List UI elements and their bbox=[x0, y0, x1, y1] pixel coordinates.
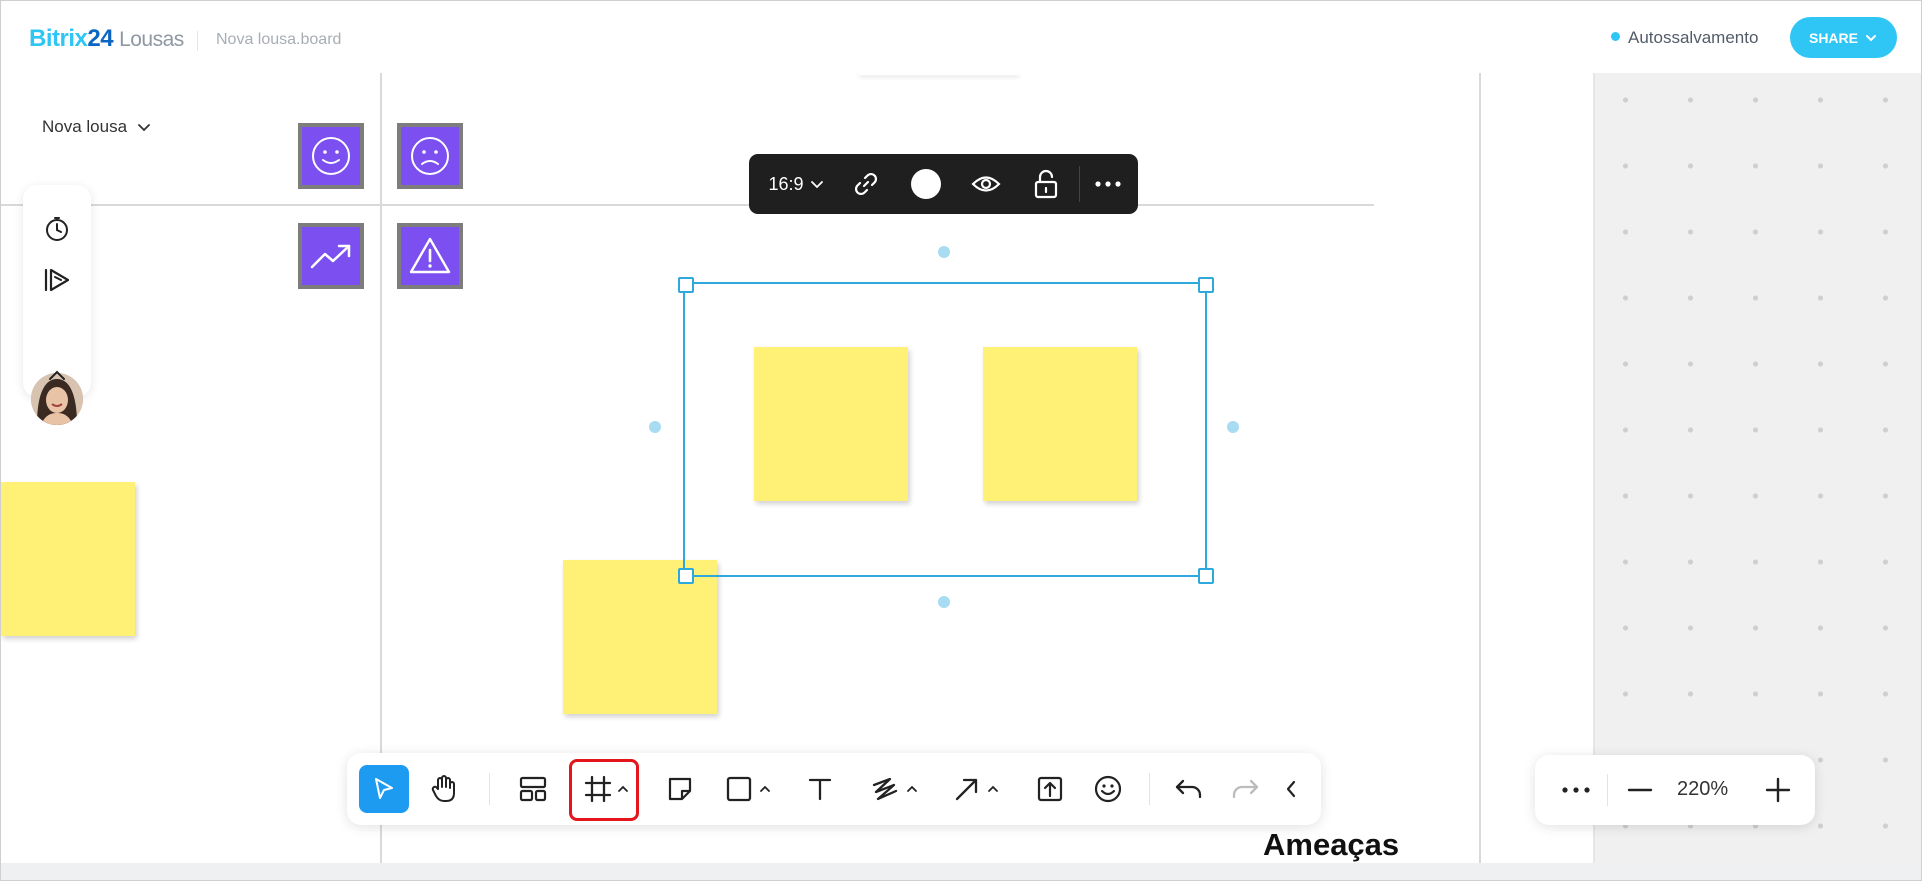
header-divider bbox=[197, 31, 198, 51]
warning-icon bbox=[409, 237, 451, 274]
selected-frame[interactable] bbox=[683, 282, 1207, 577]
pen-icon bbox=[872, 777, 898, 801]
frame-border-right bbox=[1479, 73, 1481, 880]
chevron-up-icon bbox=[907, 785, 917, 792]
chevron-up-icon bbox=[988, 785, 998, 792]
share-button[interactable]: SHARE bbox=[1790, 17, 1897, 58]
frame-divider-horizontal bbox=[1, 204, 1374, 206]
connector-dot-right[interactable] bbox=[1227, 421, 1239, 433]
sticky-note[interactable] bbox=[563, 560, 717, 714]
trend-up-icon bbox=[310, 244, 351, 269]
hand-icon bbox=[431, 775, 455, 802]
select-icon bbox=[375, 778, 393, 799]
toolbar-divider bbox=[489, 773, 490, 805]
redo-icon bbox=[1232, 779, 1259, 799]
arrow-tool[interactable] bbox=[943, 765, 1009, 813]
aspect-ratio-dropdown[interactable]: 16:9 bbox=[763, 154, 829, 214]
upload-icon bbox=[1037, 776, 1063, 802]
left-side-panel bbox=[23, 185, 91, 425]
select-tool[interactable] bbox=[359, 765, 409, 813]
autosave-status: Autossalvamento bbox=[1611, 28, 1758, 48]
hand-tool[interactable] bbox=[419, 765, 469, 813]
text-icon bbox=[808, 778, 832, 801]
status-dot-icon bbox=[1611, 32, 1620, 41]
redo-button[interactable] bbox=[1221, 765, 1269, 813]
header: Bitrix24 Lousas Nova lousa.board Autossal… bbox=[1, 1, 1921, 73]
color-swatch bbox=[911, 169, 941, 199]
resize-handle-bottom-left[interactable] bbox=[678, 568, 694, 584]
sad-icon bbox=[411, 137, 449, 175]
templates-tool[interactable] bbox=[509, 765, 557, 813]
share-label: SHARE bbox=[1808, 29, 1858, 46]
resize-handle-bottom-right[interactable] bbox=[1198, 568, 1214, 584]
trend-up-sticker[interactable] bbox=[298, 223, 364, 289]
board-bottom-strip bbox=[1, 863, 1921, 880]
logo-24: 24 bbox=[87, 25, 114, 52]
templates-icon bbox=[519, 776, 547, 802]
board-canvas[interactable]: Nova lousa 16:9 220% Ameaças bbox=[1, 73, 1921, 880]
connector-dot-left[interactable] bbox=[649, 421, 661, 433]
offscreen-element bbox=[859, 73, 1019, 75]
resize-handle-top-left[interactable] bbox=[678, 277, 694, 293]
toolbar-divider bbox=[1607, 774, 1608, 806]
color-picker[interactable] bbox=[901, 154, 951, 214]
shape-tool[interactable] bbox=[719, 765, 777, 813]
undo-icon bbox=[1175, 779, 1202, 799]
frame-context-toolbar: 16:9 bbox=[749, 154, 1138, 214]
zoom-more-button[interactable] bbox=[1553, 766, 1599, 814]
warning-sticker[interactable] bbox=[397, 223, 463, 289]
aspect-ratio-label: 16:9 bbox=[768, 173, 804, 194]
minus-icon bbox=[1627, 788, 1653, 792]
plus-icon bbox=[1765, 777, 1791, 803]
chevron-down-icon bbox=[1866, 34, 1876, 41]
zoom-in-button[interactable] bbox=[1755, 766, 1801, 814]
sticky-note-tool[interactable] bbox=[657, 765, 703, 813]
sad-sticker[interactable] bbox=[397, 123, 463, 189]
main-toolbar bbox=[347, 753, 1321, 825]
chevron-up-icon[interactable] bbox=[42, 360, 72, 390]
resize-handle-top-right[interactable] bbox=[1198, 277, 1214, 293]
connector-dot-top[interactable] bbox=[938, 246, 950, 258]
zoom-panel: 220% bbox=[1535, 755, 1815, 825]
more-icon[interactable] bbox=[1083, 154, 1133, 214]
toolbar-divider bbox=[1079, 166, 1080, 202]
logo[interactable]: Bitrix24 Lousas bbox=[29, 25, 184, 53]
chevron-down-icon bbox=[138, 124, 150, 132]
chevron-down-icon bbox=[810, 181, 823, 189]
pen-tool[interactable] bbox=[861, 765, 927, 813]
upload-tool[interactable] bbox=[1027, 765, 1073, 813]
smile-icon bbox=[312, 137, 350, 175]
logo-product: Lousas bbox=[119, 28, 184, 51]
text-tool[interactable] bbox=[797, 765, 843, 813]
highlight-annotation bbox=[569, 759, 639, 821]
sticky-note-icon bbox=[668, 777, 692, 801]
toolbar-divider bbox=[1149, 773, 1150, 805]
chevron-up-icon bbox=[760, 785, 770, 792]
link-icon[interactable] bbox=[841, 154, 891, 214]
presentation-icon[interactable] bbox=[42, 265, 72, 295]
shape-icon bbox=[726, 776, 752, 802]
file-name: Nova lousa.board bbox=[216, 31, 342, 48]
more-icon bbox=[1562, 787, 1590, 793]
eye-icon[interactable] bbox=[961, 154, 1011, 214]
collapse-icon bbox=[1286, 780, 1296, 798]
timer-icon[interactable] bbox=[42, 214, 72, 244]
undo-button[interactable] bbox=[1165, 765, 1213, 813]
zoom-out-button[interactable] bbox=[1617, 766, 1663, 814]
arrow-icon bbox=[955, 778, 978, 801]
frame-title[interactable]: Ameaças bbox=[1263, 827, 1399, 863]
smile-sticker[interactable] bbox=[298, 123, 364, 189]
connector-dot-bottom[interactable] bbox=[938, 596, 950, 608]
logo-bitrix: Bitrix bbox=[29, 25, 88, 52]
app-window: Bitrix24 Lousas Nova lousa.board Autossal… bbox=[0, 0, 1922, 881]
autosave-label: Autossalvamento bbox=[1628, 28, 1759, 47]
emoji-tool[interactable] bbox=[1085, 765, 1131, 813]
sticky-note[interactable] bbox=[1, 482, 135, 636]
emoji-icon bbox=[1094, 775, 1122, 803]
collapse-toolbar-button[interactable] bbox=[1273, 765, 1309, 813]
board-name-dropdown[interactable]: Nova lousa bbox=[42, 117, 151, 137]
board-name-label: Nova lousa bbox=[42, 117, 128, 136]
zoom-level[interactable]: 220% bbox=[1677, 778, 1728, 801]
unlock-icon[interactable] bbox=[1021, 154, 1071, 214]
